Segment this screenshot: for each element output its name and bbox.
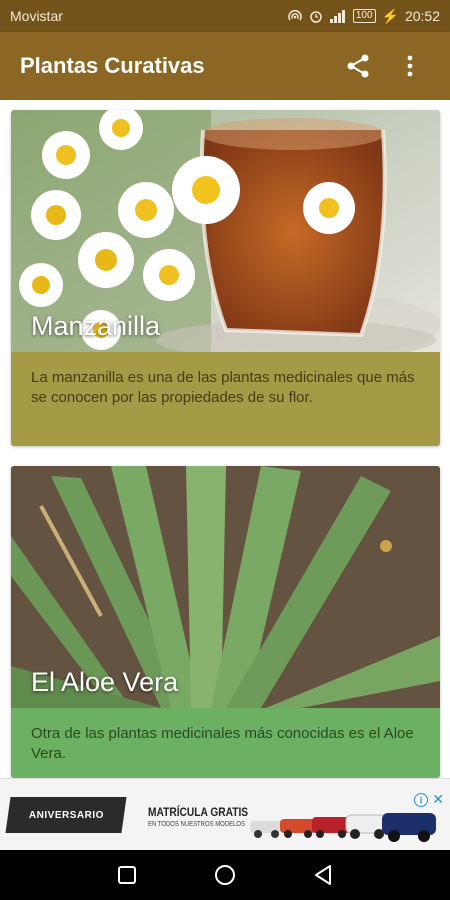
ad-cars-image bbox=[250, 813, 436, 842]
ad-headline: MATRÍCULA GRATIS bbox=[148, 805, 249, 819]
home-button[interactable] bbox=[212, 862, 238, 888]
back-button[interactable] bbox=[310, 862, 336, 888]
card-title: Manzanilla bbox=[31, 311, 161, 341]
ad-banner[interactable]: ANIVERSARIO MATRÍCULA GRATIS EN TODOS NU… bbox=[0, 778, 450, 850]
status-bar: Movistar 100 ⚡ 20:52 bbox=[0, 0, 450, 32]
recents-button[interactable] bbox=[114, 862, 140, 888]
hotspot-icon bbox=[288, 10, 302, 21]
ad-badge-text: ANIVERSARIO bbox=[28, 809, 104, 821]
overflow-menu-button[interactable] bbox=[390, 46, 430, 86]
app-bar: Plantas Curativas bbox=[0, 32, 450, 100]
aloe-vera-image: El Aloe Vera bbox=[11, 466, 440, 708]
status-icons: 100 ⚡ 20:52 bbox=[287, 8, 440, 25]
share-icon bbox=[347, 54, 369, 78]
clock: 20:52 bbox=[404, 8, 440, 24]
app-title: Plantas Curativas bbox=[20, 53, 205, 78]
plant-list[interactable]: Manzanilla La manzanilla es una de las p… bbox=[0, 100, 450, 778]
card-title: El Aloe Vera bbox=[31, 667, 179, 697]
back-triangle-icon bbox=[315, 865, 331, 885]
signal-icon bbox=[329, 10, 345, 23]
ad-info-icon[interactable]: i bbox=[414, 793, 428, 807]
more-vert-icon bbox=[407, 55, 413, 77]
card-description: Otra de las plantas medicinales más cono… bbox=[11, 708, 440, 778]
ad-badge: ANIVERSARIO bbox=[5, 797, 127, 833]
recents-square-icon bbox=[118, 866, 136, 884]
manzanilla-image: Manzanilla bbox=[11, 110, 440, 352]
ad-close-icon[interactable]: ✕ bbox=[432, 792, 444, 806]
battery-icon: 100 bbox=[352, 9, 376, 23]
home-circle-icon bbox=[215, 865, 235, 885]
charging-icon: ⚡ bbox=[381, 7, 399, 24]
plant-card-aloe-vera[interactable]: El Aloe Vera Otra de las plantas medicin… bbox=[11, 466, 440, 778]
share-button[interactable] bbox=[338, 46, 378, 86]
ad-subline: EN TODOS NUESTROS MODELOS bbox=[148, 821, 245, 828]
plant-card-manzanilla[interactable]: Manzanilla La manzanilla es una de las p… bbox=[11, 110, 440, 446]
alarm-icon bbox=[310, 11, 322, 23]
card-description: La manzanilla es una de las plantas medi… bbox=[11, 352, 440, 446]
system-nav-bar bbox=[0, 850, 450, 900]
carrier-name: Movistar bbox=[10, 8, 63, 24]
